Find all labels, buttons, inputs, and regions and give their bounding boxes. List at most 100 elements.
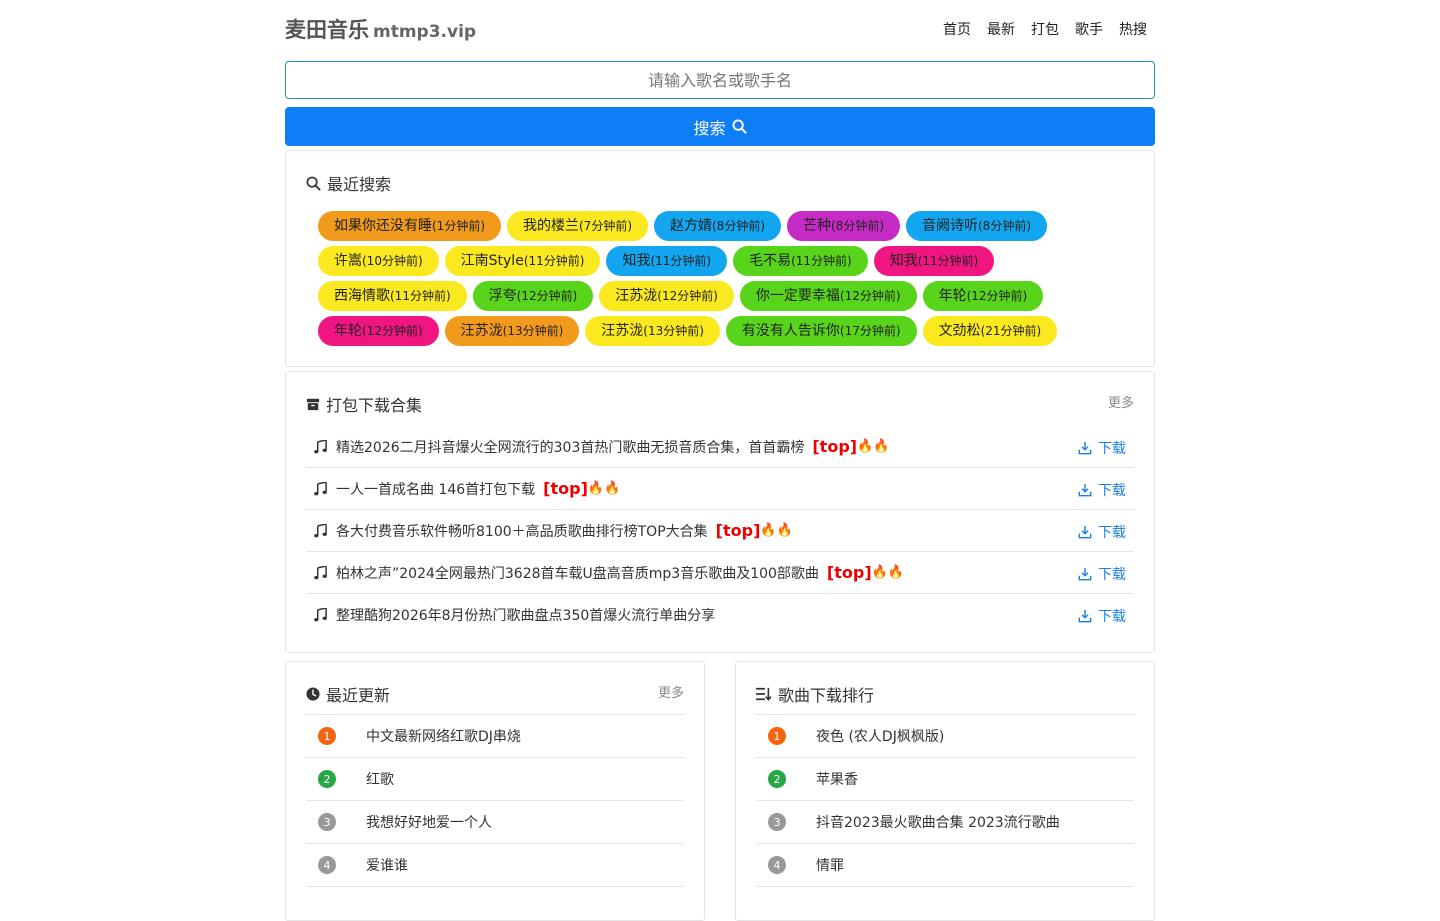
nav-latest[interactable]: 最新 xyxy=(987,19,1015,39)
download-button[interactable]: 下载 xyxy=(1078,522,1126,542)
recent-search-tag[interactable]: 汪苏泷(12分钟前) xyxy=(599,281,734,311)
tag-name: 文劲松 xyxy=(938,323,981,339)
rank-item[interactable]: 1 夜色 (农人DJ枫枫版) xyxy=(756,715,1134,758)
search-button-label: 搜索 xyxy=(693,118,726,138)
update-item[interactable]: 3 我想好好地爱一个人 xyxy=(306,801,684,844)
pack-title-link[interactable]: 一人一首成名曲 146首打包下载 xyxy=(336,479,535,499)
recent-search-tag[interactable]: 我的楼兰(7分钟前) xyxy=(507,211,648,241)
nav-home[interactable]: 首页 xyxy=(943,19,971,39)
tag-time: (12分钟前) xyxy=(657,289,718,303)
recent-search-tag[interactable]: 毛不易(11分钟前) xyxy=(733,246,868,276)
pack-title-link[interactable]: 精选2026二月抖音爆火全网流行的303首热门歌曲无损音质合集，首首霸榜 xyxy=(336,437,804,457)
tag-name: 西海情歌 xyxy=(334,288,390,304)
updates-panel-title: 最近更新 xyxy=(306,682,390,706)
search-input[interactable] xyxy=(285,61,1155,99)
pack-list: 精选2026二月抖音爆火全网流行的303首热门歌曲无损音质合集，首首霸榜 [top… xyxy=(306,426,1134,635)
tag-name: 芒种 xyxy=(803,218,831,234)
tag-time: (11分钟前) xyxy=(917,254,979,268)
updates-more-link[interactable]: 更多 xyxy=(658,682,684,701)
song-title-link[interactable]: 中文最新网络红歌DJ串烧 xyxy=(366,726,521,746)
recent-search-tag[interactable]: 知我(11分钟前) xyxy=(606,246,728,276)
rank-badge: 3 xyxy=(768,813,786,831)
nav-singers[interactable]: 歌手 xyxy=(1075,19,1103,39)
recent-search-tag[interactable]: 汪苏泷(13分钟前) xyxy=(585,316,720,346)
updates-list: 1 中文最新网络红歌DJ串烧 2 红歌 3 我想好好地爱一个人 4 爱谁谁 xyxy=(306,714,684,887)
tag-time: (13分钟前) xyxy=(643,324,704,338)
download-button[interactable]: 下载 xyxy=(1078,438,1126,458)
pack-item: 柏林之声”2024全网最热门3628首车载U盘高音质mp3音乐歌曲及100部歌曲… xyxy=(306,552,1134,594)
tag-time: (8分钟前) xyxy=(978,219,1031,233)
download-label: 下载 xyxy=(1098,483,1126,499)
recent-search-tag[interactable]: 如果你还没有睡(1分钟前) xyxy=(318,211,501,241)
site-logo[interactable]: 麦田音乐 mtmp3.vip xyxy=(285,14,476,44)
search-button[interactable]: 搜索 xyxy=(285,107,1155,146)
recent-search-tag[interactable]: 年轮(12分钟前) xyxy=(922,281,1044,311)
song-title-link[interactable]: 我想好好地爱一个人 xyxy=(366,812,492,832)
song-title-link[interactable]: 红歌 xyxy=(366,769,394,789)
recent-search-tag[interactable]: 江南Style(11分钟前) xyxy=(444,246,601,276)
pack-item: 整理酷狗2026年8月份热门歌曲盘点350首爆火流行单曲分享 下载 xyxy=(306,594,1134,635)
updates-panel-title-text: 最近更新 xyxy=(326,686,391,705)
update-item[interactable]: 1 中文最新网络红歌DJ串烧 xyxy=(306,715,684,758)
nav-hot-search[interactable]: 热搜 xyxy=(1119,19,1147,39)
download-button[interactable]: 下载 xyxy=(1078,564,1126,584)
recent-search-tag[interactable]: 年轮(12分钟前) xyxy=(318,316,439,346)
download-button[interactable]: 下载 xyxy=(1078,606,1126,626)
packs-more-link[interactable]: 更多 xyxy=(1108,392,1134,411)
download-label: 下载 xyxy=(1098,441,1126,457)
tag-name: 江南Style xyxy=(460,253,524,269)
rank-item[interactable]: 4 情罪 xyxy=(756,844,1134,887)
tag-name: 许嵩 xyxy=(334,253,362,269)
pack-title-link[interactable]: 整理酷狗2026年8月份热门歌曲盘点350首爆火流行单曲分享 xyxy=(336,605,715,625)
download-icon xyxy=(1078,567,1092,581)
music-note-icon xyxy=(306,565,334,580)
header: 麦田音乐 mtmp3.vip 首页 最新 打包 歌手 热搜 xyxy=(285,0,1155,60)
tag-name: 音阙诗听 xyxy=(922,218,978,234)
song-title-link[interactable]: 爱谁谁 xyxy=(366,855,408,875)
pack-title-link[interactable]: 各大付费音乐软件畅听8100＋高品质歌曲排行榜TOP大合集 xyxy=(336,521,708,541)
recent-search-tag[interactable]: 有没有人告诉你(17分钟前) xyxy=(725,316,917,346)
download-button[interactable]: 下载 xyxy=(1078,480,1126,500)
top-badge: [top] xyxy=(826,563,872,582)
tag-time: (13分钟前) xyxy=(502,324,564,338)
recent-search-tag[interactable]: 芒种(8分钟前) xyxy=(787,211,900,241)
rank-item[interactable]: 2 苹果香 xyxy=(756,758,1134,801)
song-title-link[interactable]: 抖音2023最火歌曲合集 2023流行歌曲 xyxy=(816,812,1060,832)
music-note-icon xyxy=(306,439,334,454)
pack-panel-title: 打包下载合集 xyxy=(306,392,422,416)
music-note-icon xyxy=(306,481,334,496)
top-badge: [top] xyxy=(543,479,588,498)
music-note-icon xyxy=(306,523,334,538)
update-item[interactable]: 2 红歌 xyxy=(306,758,684,801)
logo-text: 麦田音乐 xyxy=(285,18,369,42)
nav-packs[interactable]: 打包 xyxy=(1031,19,1059,39)
rank-item[interactable]: 3 抖音2023最火歌曲合集 2023流行歌曲 xyxy=(756,801,1134,844)
download-rank-panel: 歌曲下载排行 1 夜色 (农人DJ枫枫版) 2 苹果香 3 抖音2023最火歌曲合集 20… xyxy=(735,661,1155,921)
tag-time: (8分钟前) xyxy=(712,219,765,233)
tag-name: 汪苏泷 xyxy=(615,288,658,304)
song-title-link[interactable]: 情罪 xyxy=(816,855,844,875)
pack-item: 各大付费音乐软件畅听8100＋高品质歌曲排行榜TOP大合集 [top] 🔥🔥 下载 xyxy=(306,510,1134,552)
recent-search-tag[interactable]: 你一定要幸福(12分钟前) xyxy=(739,281,917,311)
recent-search-tag[interactable]: 许嵩(10分钟前) xyxy=(318,246,439,276)
update-item[interactable]: 4 爱谁谁 xyxy=(306,844,684,887)
page-container: 麦田音乐mtmp3.vip 首页 最新 打包 歌手 热搜 搜索 最近搜索 如果你… xyxy=(285,0,1155,921)
recent-search-tag[interactable]: 音阙诗听(8分钟前) xyxy=(906,211,1047,241)
rank-badge: 2 xyxy=(768,770,786,788)
song-title-link[interactable]: 苹果香 xyxy=(816,769,858,789)
recent-search-tag[interactable]: 文劲松(21分钟前) xyxy=(922,316,1058,346)
recent-search-tag[interactable]: 知我(11分钟前) xyxy=(873,246,995,276)
song-title-link[interactable]: 夜色 (农人DJ枫枫版) xyxy=(816,726,944,746)
recent-search-tag[interactable]: 赵方婧(8分钟前) xyxy=(654,211,781,241)
download-label: 下载 xyxy=(1098,567,1126,583)
download-icon xyxy=(1078,609,1092,623)
top-badge: [top] xyxy=(715,521,761,540)
recent-search-tag[interactable]: 汪苏泷(13分钟前) xyxy=(444,316,580,346)
recent-search-tag[interactable]: 浮夸(12分钟前) xyxy=(472,281,594,311)
pack-title-link[interactable]: 柏林之声”2024全网最热门3628首车载U盘高音质mp3音乐歌曲及100部歌曲 xyxy=(336,563,819,583)
rank-badge: 4 xyxy=(318,856,336,874)
rank-badge: 3 xyxy=(318,813,336,831)
tag-name: 知我 xyxy=(622,253,651,269)
recent-search-tag[interactable]: 西海情歌(11分钟前) xyxy=(318,281,467,311)
logo-domain: mtmp3.vip xyxy=(373,22,477,42)
